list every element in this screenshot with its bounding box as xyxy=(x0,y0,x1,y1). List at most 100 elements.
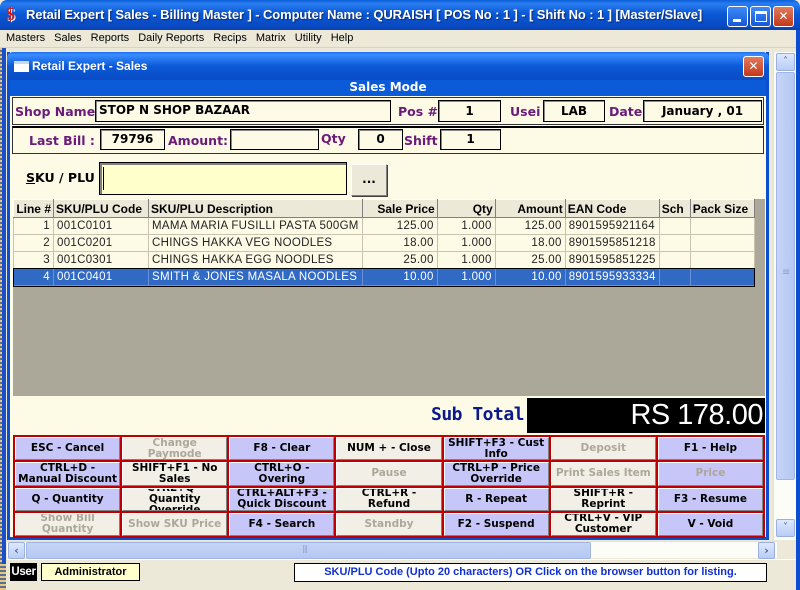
sales-close-button[interactable]: ✕ xyxy=(743,56,764,77)
col-sale-price[interactable]: Sale Price xyxy=(361,199,438,218)
browse-button[interactable]: ... xyxy=(351,164,387,196)
app-titlebar[interactable]: $ Retail Expert [ Sales - Billing Master… xyxy=(0,0,800,30)
scroll-up-button[interactable]: ˄ xyxy=(776,53,795,71)
menu-matrix[interactable]: Matrix xyxy=(251,30,290,44)
cell-price[interactable]: 125.00 xyxy=(361,217,438,235)
table-row[interactable]: 4 001C0401 SMITH & JONES MASALA NOODLES 10.… xyxy=(12,267,756,287)
cell-amount[interactable]: 25.00 xyxy=(494,251,566,269)
cell-ean[interactable]: 8901595933334 xyxy=(564,268,660,286)
cell-line[interactable]: 1 xyxy=(13,217,54,235)
show-sku-price-button[interactable]: Show SKU Price xyxy=(122,512,228,536)
col-code[interactable]: SKU/PLU Code xyxy=(53,199,149,218)
cell-desc[interactable]: SMITH & JONES MASALA NOODLES xyxy=(148,268,363,286)
table-row[interactable]: 1 001C0101 MAMA MARIA FUSILLI PASTA 500GM 1… xyxy=(13,217,755,235)
cell-pack[interactable] xyxy=(689,234,755,252)
f8-clear-button[interactable]: F8 - Clear xyxy=(229,437,335,461)
cell-price[interactable]: 18.00 xyxy=(361,234,438,252)
col-sch[interactable]: Sch xyxy=(658,199,691,218)
col-qty[interactable]: Qty xyxy=(436,199,496,218)
qty-field[interactable]: 0 xyxy=(358,129,403,150)
menu-utility[interactable]: Utility xyxy=(290,30,326,44)
cell-amount[interactable]: 18.00 xyxy=(494,234,566,252)
cell-qty[interactable]: 1.000 xyxy=(436,251,496,269)
cell-desc[interactable]: CHINGS HAKKA EGG NOODLES xyxy=(148,251,363,269)
date-field[interactable]: January , 01 xyxy=(643,100,762,122)
col-description[interactable]: SKU/PLU Description xyxy=(148,199,363,218)
cell-code[interactable]: 001C0101 xyxy=(53,217,149,235)
last-bill-field[interactable]: 79796 xyxy=(100,129,165,150)
cell-pack[interactable] xyxy=(689,251,755,269)
print-sales-item-button[interactable]: Print Sales Item xyxy=(550,462,656,486)
cell-code[interactable]: 001C0201 xyxy=(53,234,149,252)
col-amount[interactable]: Amount xyxy=(494,199,566,218)
amount-field[interactable] xyxy=(230,129,319,150)
v-void-button[interactable]: V - Void xyxy=(657,512,763,536)
menu-recips[interactable]: Recips xyxy=(208,30,251,44)
cell-amount[interactable]: 10.00 xyxy=(494,268,566,286)
horizontal-scrollbar[interactable]: ‹ › xyxy=(7,541,777,559)
minimize-button[interactable] xyxy=(727,6,748,27)
shift-r-reprint-button[interactable]: SHIFT+R - Reprint xyxy=(550,487,656,511)
cell-line[interactable]: 4 xyxy=(13,268,54,286)
standby-button[interactable]: Standby xyxy=(336,512,442,536)
cell-pack[interactable] xyxy=(689,268,755,286)
show-bill-quantity-button[interactable]: Show Bill Quantity xyxy=(15,512,121,536)
cell-price[interactable]: 25.00 xyxy=(361,251,438,269)
ctrl-q-quantity-override-button[interactable]: CTRL+Q - Quantity Override xyxy=(122,487,228,511)
f3-resume-button[interactable]: F3 - Resume xyxy=(657,487,763,511)
vertical-scrollbar[interactable]: ˄ ˅ xyxy=(773,52,796,540)
shift-f1-no-sales-button[interactable]: SHIFT+F1 - No Sales xyxy=(122,462,228,486)
f4-search-button[interactable]: F4 - Search xyxy=(229,512,335,536)
cell-pack[interactable] xyxy=(689,217,755,235)
f2-suspend-button[interactable]: F2 - Suspend xyxy=(443,512,549,536)
user-field[interactable]: LAB xyxy=(543,100,605,122)
scroll-right-button[interactable]: › xyxy=(758,542,775,559)
table-row[interactable]: 2 001C0201 CHINGS HAKKA VEG NOODLES 18.00 1.… xyxy=(13,234,755,252)
cell-desc[interactable]: CHINGS HAKKA VEG NOODLES xyxy=(148,234,363,252)
menu-help[interactable]: Help xyxy=(326,30,358,44)
change-paymode-button[interactable]: Change Paymode xyxy=(122,437,228,461)
cell-line[interactable]: 3 xyxy=(13,251,54,269)
shop-name-field[interactable]: STOP N SHOP BAZAAR xyxy=(95,100,391,122)
deposit-button[interactable]: Deposit xyxy=(550,437,656,461)
shift-field[interactable]: 1 xyxy=(440,129,501,150)
cell-code[interactable]: 001C0301 xyxy=(53,251,149,269)
esc-cancel-button[interactable]: ESC - Cancel xyxy=(15,437,121,461)
price-button[interactable]: Price xyxy=(657,462,763,486)
horizontal-scroll-thumb[interactable] xyxy=(26,542,591,559)
ctrl-alt-f3-quick-discount-button[interactable]: CTRL+ALT+F3 - Quick Discount xyxy=(229,487,335,511)
f1-help-button[interactable]: F1 - Help xyxy=(657,437,763,461)
menu-sales[interactable]: Sales xyxy=(49,30,86,44)
shift-f3-cust-info-button[interactable]: SHIFT+F3 - Cust Info xyxy=(443,437,549,461)
ctrl-p-price-override-button[interactable]: CTRL+P - Price Override xyxy=(443,462,549,486)
q-quantity-button[interactable]: Q - Quantity xyxy=(15,487,121,511)
r-repeat-button[interactable]: R - Repeat xyxy=(443,487,549,511)
menu-masters[interactable]: Masters xyxy=(0,30,49,44)
table-row[interactable]: 3 001C0301 CHINGS HAKKA EGG NOODLES 25.00 1.… xyxy=(13,251,755,269)
col-pack-size[interactable]: Pack Size xyxy=(689,199,755,218)
vertical-scroll-thumb[interactable] xyxy=(776,72,795,480)
ctrl-d-manual-discount-button[interactable]: CTRL+D - Manual Discount xyxy=(15,462,121,486)
cell-sch[interactable] xyxy=(658,268,691,286)
scroll-down-button[interactable]: ˅ xyxy=(776,519,795,537)
cell-qty[interactable]: 1.000 xyxy=(436,217,496,235)
maximize-button[interactable] xyxy=(750,6,771,27)
cell-ean[interactable]: 8901595851218 xyxy=(564,234,660,252)
sales-window-titlebar[interactable]: Retail Expert - Sales ✕ xyxy=(7,52,769,80)
num-close-button[interactable]: NUM + - Close xyxy=(336,437,442,461)
ctrl-o-overing-button[interactable]: CTRL+O - Overing xyxy=(229,462,335,486)
cell-price[interactable]: 10.00 xyxy=(361,268,438,286)
cell-sch[interactable] xyxy=(658,234,691,252)
cell-qty[interactable]: 1.000 xyxy=(436,234,496,252)
cell-ean[interactable]: 8901595921164 xyxy=(564,217,660,235)
cell-code[interactable]: 001C0401 xyxy=(53,268,149,286)
cell-sch[interactable] xyxy=(658,251,691,269)
cell-amount[interactable]: 125.00 xyxy=(494,217,566,235)
cell-sch[interactable] xyxy=(658,217,691,235)
col-ean[interactable]: EAN Code xyxy=(564,199,660,218)
ctrl-v-vip-customer-button[interactable]: CTRL+V - VIP Customer xyxy=(550,512,656,536)
ctrl-r-refund-button[interactable]: CTRL+R - Refund xyxy=(336,487,442,511)
col-line[interactable]: Line # xyxy=(13,199,54,218)
scroll-left-button[interactable]: ‹ xyxy=(8,542,25,559)
close-button[interactable]: ✕ xyxy=(773,6,794,27)
